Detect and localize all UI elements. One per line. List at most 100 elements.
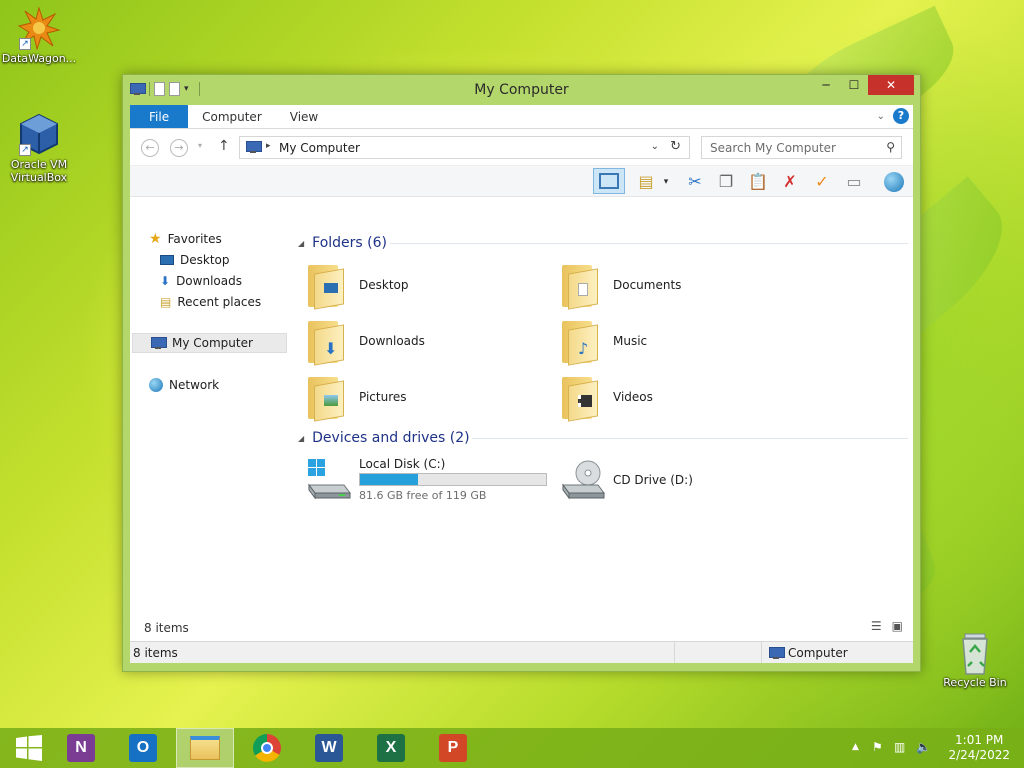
drive-cd-d[interactable]: CD Drive (D:): [552, 455, 802, 505]
tab-computer[interactable]: Computer: [188, 105, 276, 128]
nav-favorites[interactable]: ★ Favorites: [149, 229, 222, 249]
system-tray: ▲ ⚑ ▥ 🔈 1:01 PM 2/24/2022: [824, 728, 1024, 768]
address-dropdown-icon[interactable]: ⌄: [651, 141, 659, 152]
taskbar-file-explorer[interactable]: [176, 728, 234, 768]
maximize-button[interactable]: ☐: [840, 75, 868, 95]
item-count: 8 items: [144, 621, 189, 635]
address-bar[interactable]: ▸ My Computer ⌄ ↻: [239, 136, 690, 159]
paste-icon[interactable]: 📋: [746, 170, 770, 194]
collapse-group-icon[interactable]: ◢: [298, 434, 304, 443]
star-icon: ★: [149, 231, 162, 247]
file-explorer-icon: [190, 736, 220, 760]
downloads-folder-icon: ⬇: [160, 274, 171, 288]
group-title: Folders (6): [312, 235, 387, 251]
command-toolbar: ▤ ▾ ✂ ❐ 📋 ✗ ✓ ▭: [130, 165, 913, 197]
nav-recent-places[interactable]: ▤ Recent places: [160, 292, 261, 312]
network-status-icon[interactable]: ▥: [894, 740, 905, 754]
expand-ribbon-icon[interactable]: ⌄: [877, 111, 885, 122]
tab-file[interactable]: File: [130, 105, 189, 128]
volume-muted-icon[interactable]: 🔈: [916, 740, 931, 754]
recent-locations-dropdown-icon[interactable]: ▾: [198, 141, 202, 150]
devices-group-header[interactable]: ◢ Devices and drives (2): [298, 428, 908, 448]
folder-videos[interactable]: Videos: [552, 371, 792, 423]
explorer-body: File Computer View ⌄ ? ← → ▾ ↑ ▸ My Comp…: [130, 105, 913, 663]
delete-icon[interactable]: ✗: [778, 170, 802, 194]
close-button[interactable]: ✕: [868, 75, 914, 95]
group-divider: [472, 438, 908, 439]
title-bar[interactable]: ▾ My Computer ─ ☐ ✕: [123, 75, 920, 105]
large-icons-view-icon[interactable]: ▣: [892, 619, 903, 633]
details-view-icon[interactable]: ☰: [871, 619, 882, 633]
navigation-bar: ← → ▾ ↑ ▸ My Computer ⌄ ↻ Search My Comp…: [130, 129, 913, 165]
nav-label: Recent places: [177, 295, 262, 309]
folder-label: Downloads: [359, 334, 425, 348]
clock[interactable]: 1:01 PM 2/24/2022: [948, 733, 1010, 763]
excel-icon: X: [377, 734, 405, 762]
nav-desktop[interactable]: Desktop: [160, 250, 230, 270]
nav-my-computer[interactable]: My Computer: [132, 333, 287, 353]
collapse-group-icon[interactable]: ◢: [298, 239, 304, 248]
recent-places-icon: ▤: [160, 295, 172, 309]
folder-music[interactable]: ♪ Music: [552, 315, 792, 367]
taskbar: N O W X P ▲ ⚑ ▥ 🔈 1:01 PM 2/24/2022: [0, 728, 1024, 768]
computer-icon: [245, 141, 262, 154]
desktop-icon-label: DataWagon...: [1, 52, 77, 65]
videos-folder-icon: [562, 375, 598, 422]
tab-view[interactable]: View: [276, 105, 332, 128]
desktop-icon-virtualbox[interactable]: ↗ Oracle VM VirtualBox: [0, 112, 78, 184]
cut-icon[interactable]: ✂: [683, 170, 707, 194]
breadcrumb-chevron-icon[interactable]: ▸: [266, 141, 271, 151]
folder-desktop[interactable]: Desktop: [298, 259, 538, 311]
folder-pictures[interactable]: Pictures: [298, 371, 538, 423]
taskbar-excel[interactable]: X: [362, 728, 420, 768]
content-pane: ◢ Folders (6) Desktop Documents ⬇ Downlo…: [298, 233, 908, 613]
nav-label: Favorites: [167, 232, 222, 246]
desktop-icon-datawagon[interactable]: ↗ DataWagon...: [0, 6, 78, 65]
properties-dropdown-icon[interactable]: ▾: [660, 170, 672, 194]
up-button[interactable]: ↑: [218, 138, 230, 154]
status-divider: [674, 642, 675, 663]
drive-local-disk-c[interactable]: Local Disk (C:) 81.6 GB free of 119 GB: [298, 455, 548, 505]
network-globe-icon[interactable]: [882, 170, 906, 194]
back-button[interactable]: ←: [141, 139, 159, 157]
minimize-button[interactable]: ─: [812, 75, 840, 95]
action-center-flag-icon[interactable]: ⚑: [872, 740, 883, 754]
folder-documents[interactable]: Documents: [552, 259, 792, 311]
map-drive-icon[interactable]: ▭: [842, 170, 866, 194]
taskbar-chrome[interactable]: [238, 728, 296, 768]
ribbon-tabs: File Computer View ⌄ ?: [130, 105, 913, 129]
recycle-bin-icon: [953, 630, 997, 675]
help-icon[interactable]: ?: [893, 108, 909, 124]
preview-pane-icon[interactable]: [593, 168, 625, 194]
status-location: Computer: [768, 646, 848, 660]
view-switcher: ☰ ▣: [871, 619, 903, 633]
show-hidden-icons-icon[interactable]: ▲: [852, 742, 859, 752]
taskbar-onenote[interactable]: N: [52, 728, 110, 768]
forward-button[interactable]: →: [170, 139, 188, 157]
desktop-icon: [160, 255, 174, 265]
folder-label: Videos: [613, 390, 653, 404]
folder-downloads[interactable]: ⬇ Downloads: [298, 315, 538, 367]
start-button[interactable]: [0, 728, 58, 768]
cd-drive-icon: [560, 459, 606, 501]
search-icon[interactable]: ⚲: [886, 140, 895, 154]
nav-label: Desktop: [180, 253, 230, 267]
folders-group-header[interactable]: ◢ Folders (6): [298, 233, 908, 253]
computer-icon: [150, 336, 167, 350]
rename-icon[interactable]: ✓: [810, 170, 834, 194]
taskbar-powerpoint[interactable]: P: [424, 728, 482, 768]
pictures-folder-icon: [308, 375, 344, 422]
refresh-icon[interactable]: ↻: [670, 139, 681, 154]
nav-downloads[interactable]: ⬇ Downloads: [160, 271, 242, 291]
window-controls: ─ ☐ ✕: [812, 75, 914, 95]
copy-icon[interactable]: ❐: [714, 170, 738, 194]
taskbar-outlook[interactable]: O: [114, 728, 172, 768]
search-box[interactable]: Search My Computer ⚲: [701, 136, 902, 159]
status-location-text: Computer: [788, 646, 848, 660]
nav-network[interactable]: Network: [149, 375, 219, 395]
nav-label: My Computer: [172, 336, 253, 350]
folder-label: Desktop: [359, 278, 409, 292]
properties-icon[interactable]: ▤: [634, 170, 658, 194]
taskbar-word[interactable]: W: [300, 728, 358, 768]
desktop-icon-recycle-bin[interactable]: Recycle Bin: [936, 630, 1014, 689]
